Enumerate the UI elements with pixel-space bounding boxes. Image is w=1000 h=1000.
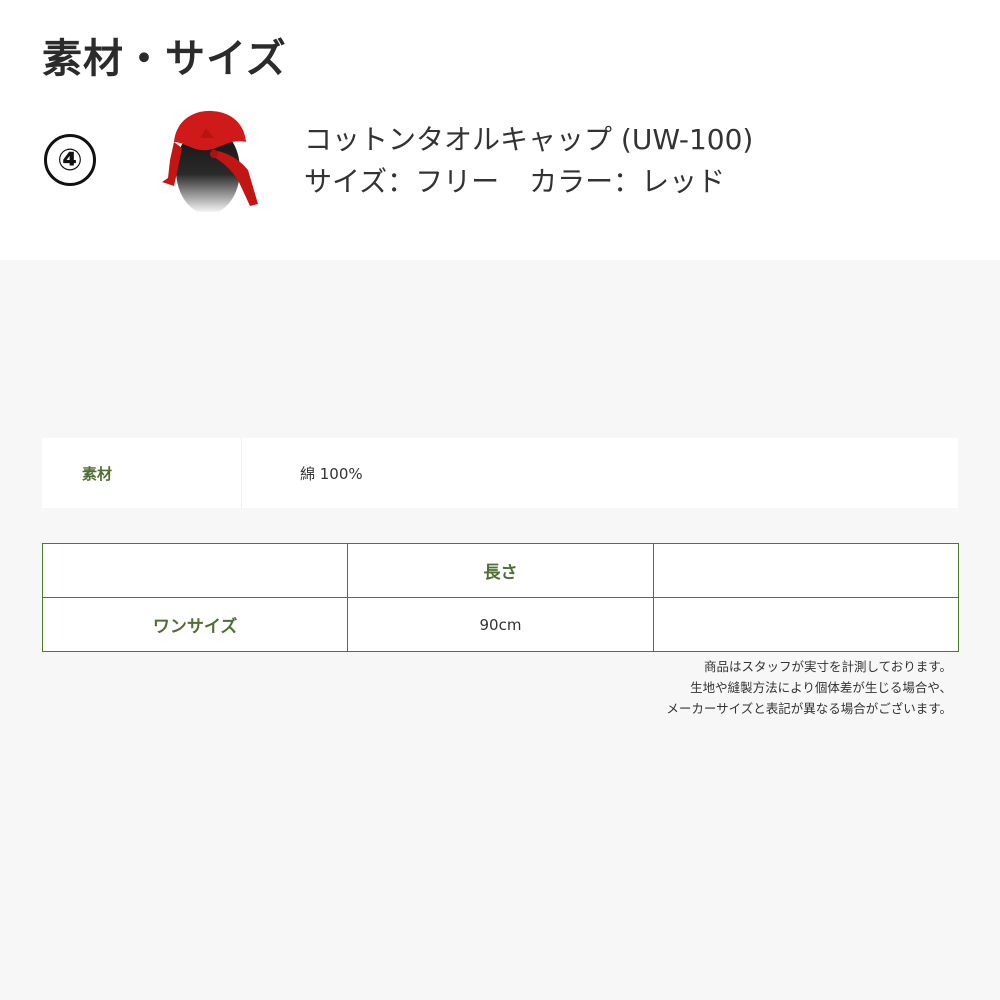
page-title: 素材・サイズ (42, 36, 287, 82)
size-table: 長さ ワンサイズ 90cm (41, 543, 960, 652)
note-line: 商品はスタッフが実寸を計測しております。 (703, 659, 952, 674)
table-cell-empty (652, 597, 960, 652)
product-color: カラー：レッド (529, 165, 726, 198)
header-panel: 素材・サイズ ④ コットンタオルキャップ (UW-100) サイズ：フリー カラー… (0, 0, 1000, 260)
table-header-cell (652, 543, 960, 598)
material-row: 素材 綿 100% (42, 438, 958, 508)
table-header-cell (41, 543, 349, 598)
table-header-row: 長さ (41, 543, 960, 598)
note-line: 生地や縫製方法により個体差が生じる場合や、 (690, 680, 952, 695)
material-value: 綿 100% (300, 464, 363, 483)
table-row: ワンサイズ 90cm (41, 597, 960, 652)
table-header-length: 長さ (347, 543, 654, 598)
length-value: 90cm (347, 597, 654, 652)
item-number-badge: ④ (44, 134, 96, 186)
size-label: ワンサイズ (41, 597, 349, 652)
product-size: サイズ：フリー (304, 165, 500, 198)
material-label: 素材 (42, 438, 242, 508)
product-meta: サイズ：フリー カラー：レッド (304, 160, 725, 200)
product-image (162, 110, 258, 212)
note-line: メーカーサイズと表記が異なる場合がございます。 (666, 701, 952, 716)
measurement-notes: 商品はスタッフが実寸を計測しております。 生地や縫製方法により個体差が生じる場合… (666, 656, 952, 719)
product-name: コットンタオルキャップ (UW-100) (304, 123, 754, 156)
